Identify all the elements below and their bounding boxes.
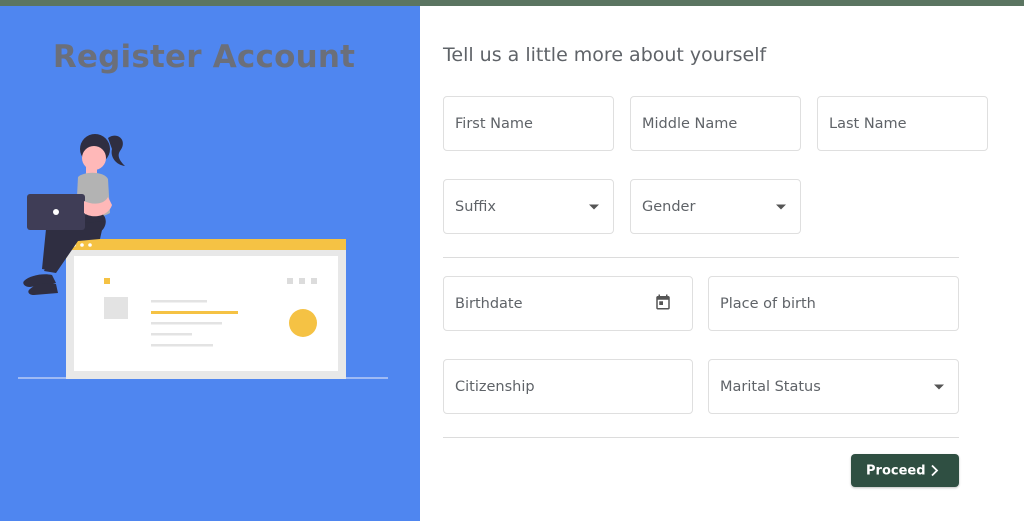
- last-name-placeholder: Last Name: [829, 115, 907, 132]
- proceed-button[interactable]: Proceed: [851, 454, 959, 487]
- citizenship-placeholder: Citizenship: [455, 378, 535, 395]
- place-of-birth-field[interactable]: Place of birth: [708, 276, 959, 331]
- chevron-down-icon: [589, 204, 599, 209]
- page-title: Register Account: [52, 39, 356, 75]
- section-divider-bottom: [443, 437, 959, 438]
- chevron-down-icon: [776, 204, 786, 209]
- suffix-select[interactable]: Suffix: [443, 179, 614, 234]
- register-illustration: [18, 134, 388, 379]
- marital-status-placeholder: Marital Status: [720, 378, 821, 395]
- first-name-placeholder: First Name: [455, 115, 533, 132]
- first-name-field[interactable]: First Name: [443, 96, 614, 151]
- birthdate-placeholder: Birthdate: [455, 295, 523, 312]
- left-panel: Register Account: [0, 6, 420, 521]
- last-name-field[interactable]: Last Name: [817, 96, 988, 151]
- middle-name-field[interactable]: Middle Name: [630, 96, 801, 151]
- proceed-label: Proceed: [866, 463, 926, 478]
- place-of-birth-placeholder: Place of birth: [720, 295, 816, 312]
- suffix-placeholder: Suffix: [455, 198, 496, 215]
- citizenship-field[interactable]: Citizenship: [443, 359, 693, 414]
- chevron-right-icon: [930, 461, 939, 480]
- gender-placeholder: Gender: [642, 198, 696, 215]
- registration-form-panel: Tell us a little more about yourself Fir…: [420, 6, 1024, 521]
- middle-name-placeholder: Middle Name: [642, 115, 738, 132]
- section-divider: [443, 257, 959, 258]
- marital-status-select[interactable]: Marital Status: [708, 359, 959, 414]
- form-heading: Tell us a little more about yourself: [443, 44, 767, 66]
- birthdate-field[interactable]: Birthdate: [443, 276, 693, 331]
- calendar-icon[interactable]: [654, 293, 672, 315]
- gender-select[interactable]: Gender: [630, 179, 801, 234]
- chevron-down-icon: [934, 384, 944, 389]
